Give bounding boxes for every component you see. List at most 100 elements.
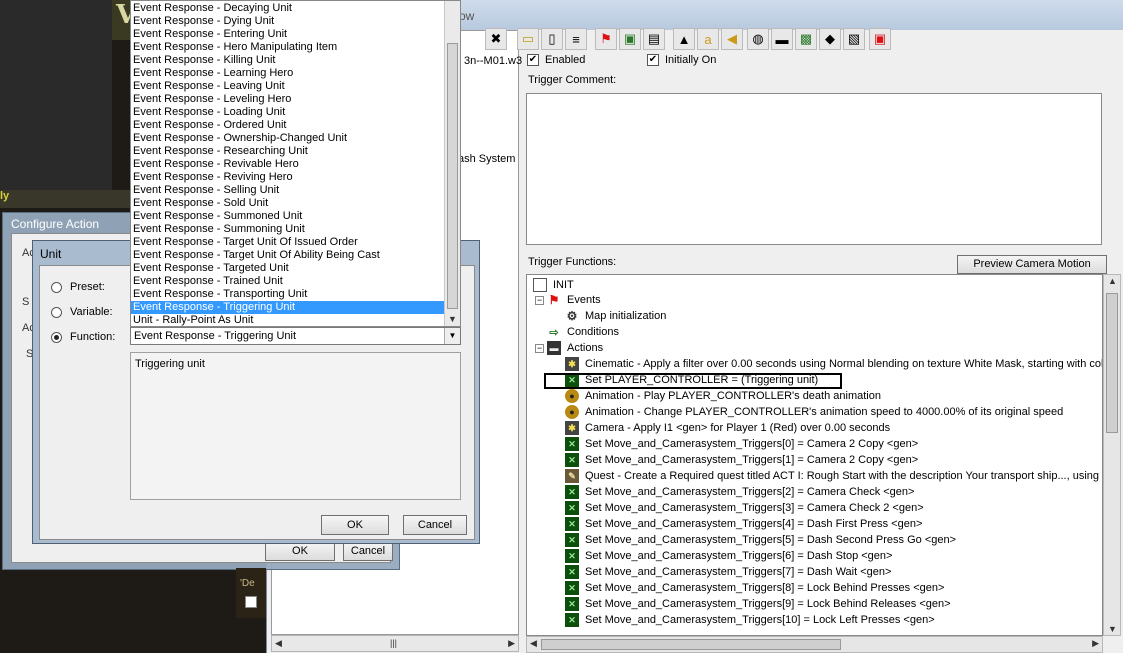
variable-radio[interactable]: Variable: xyxy=(51,306,113,318)
dropdown-item[interactable]: Event Response - Revivable Hero xyxy=(131,158,445,171)
scroll-down-arrow-icon[interactable]: ▼ xyxy=(448,314,457,324)
enabled-check-icon[interactable]: ✔ xyxy=(527,54,539,66)
new-category-icon[interactable]: ▭ xyxy=(517,28,539,50)
action-row[interactable]: ✕ Set Move_and_Camerasystem_Triggers[1] =… xyxy=(565,452,918,468)
action-row[interactable]: ✱ Cinematic - Apply a filter over 0.00 se… xyxy=(565,356,1102,372)
dropdown-item[interactable]: Event Response - Trained Unit xyxy=(131,275,445,288)
tree-events-node[interactable]: ⚑ Events xyxy=(547,292,601,308)
dropdown-item[interactable]: Event Response - Killing Unit xyxy=(131,54,445,67)
dropdown-vscroll-thumb[interactable] xyxy=(447,43,458,309)
new-trigger-icon[interactable]: ▯ xyxy=(541,28,563,50)
dropdown-item[interactable]: Event Response - Reviving Hero xyxy=(131,171,445,184)
dropdown-item[interactable]: Event Response - Summoning Unit xyxy=(131,223,445,236)
initially-on-checkbox[interactable]: ✔ Initially On xyxy=(647,54,716,66)
delete-icon[interactable]: ✖ xyxy=(485,28,507,50)
unit-ok-button[interactable]: OK xyxy=(321,515,389,535)
new-condition-icon[interactable]: ▣ xyxy=(619,28,641,50)
functions-hscroll[interactable]: ◀ ▶ xyxy=(526,636,1103,653)
functions-vscroll-thumb[interactable] xyxy=(1106,293,1118,433)
action-row[interactable]: ✕ Set Move_and_Camerasystem_Triggers[9] =… xyxy=(565,596,951,612)
action-row[interactable]: ✕ Set Move_and_Camerasystem_Triggers[4] =… xyxy=(565,516,922,532)
new-event-icon[interactable]: ⚑ xyxy=(595,28,617,50)
chevron-down-icon[interactable]: ▼ xyxy=(444,328,460,344)
scroll-left-arrow-icon[interactable]: ◀ xyxy=(530,638,537,649)
test-map-icon[interactable]: ▧ xyxy=(843,28,865,50)
scroll-right-arrow-icon[interactable]: ▶ xyxy=(1092,638,1099,649)
dropdown-item[interactable]: Event Response - Sold Unit xyxy=(131,197,445,210)
new-action-icon[interactable]: ▤ xyxy=(643,28,665,50)
tree-conditions-node[interactable]: ⇨ Conditions xyxy=(547,324,619,340)
functions-hscroll-thumb[interactable] xyxy=(541,639,841,650)
action-row[interactable]: ● Animation - Change PLAYER_CONTROLLER's … xyxy=(565,404,1063,420)
close-editor-icon[interactable]: ▣ xyxy=(869,28,891,50)
dropdown-item[interactable]: Event Response - Dying Unit xyxy=(131,15,445,28)
function-select[interactable]: Event Response - Triggering Unit ▼ xyxy=(130,327,461,345)
action-row[interactable]: ✕ Set Move_and_Camerasystem_Triggers[7] =… xyxy=(565,564,891,580)
trigger-comment-textarea[interactable] xyxy=(526,93,1102,245)
dropdown-item[interactable]: Event Response - Leaving Unit xyxy=(131,80,445,93)
import-manager-icon[interactable]: ◆ xyxy=(819,28,841,50)
configure-cancel-button[interactable]: Cancel xyxy=(343,541,393,561)
functions-vscroll[interactable]: ▲ ▼ xyxy=(1103,274,1121,636)
tree-root-init[interactable]: INIT xyxy=(533,277,574,293)
scroll-down-arrow-icon[interactable]: ▼ xyxy=(1108,624,1117,634)
dropdown-item[interactable]: Event Response - Targeted Unit xyxy=(131,262,445,275)
ai-editor-icon[interactable]: ▩ xyxy=(795,28,817,50)
dropdown-item[interactable]: Event Response - Learning Hero xyxy=(131,67,445,80)
scroll-left-arrow-icon[interactable]: ◀ xyxy=(275,638,282,649)
action-row[interactable]: ✎ Quest - Create a Required quest titled … xyxy=(565,468,1102,484)
tree-actions-node[interactable]: ▬ Actions xyxy=(547,340,603,356)
collapse-events-icon[interactable]: − xyxy=(535,296,544,305)
trigger-list-hscroll[interactable]: ◀ ||| ▶ xyxy=(271,635,519,652)
dropdown-item[interactable]: Event Response - Target Unit Of Issued O… xyxy=(131,236,445,249)
unit-palette-icon[interactable]: a xyxy=(697,28,719,50)
background-checkbox[interactable] xyxy=(245,596,257,608)
dropdown-item-selected[interactable]: Event Response - Triggering Unit xyxy=(131,301,445,314)
tree-event-map-init[interactable]: ⚙ Map initialization xyxy=(565,308,667,324)
dropdown-item[interactable]: Event Response - Target Unit Of Ability … xyxy=(131,249,445,262)
dropdown-item[interactable]: Event Response - Ownership-Changed Unit xyxy=(131,132,445,145)
collapse-actions-icon[interactable]: − xyxy=(535,344,544,353)
dropdown-item[interactable]: Event Response - Transporting Unit xyxy=(131,288,445,301)
trigger-functions-tree[interactable]: INIT − ⚑ Events ⚙ Map initialization ⇨ C… xyxy=(526,274,1103,636)
dropdown-item[interactable]: Event Response - Decaying Unit xyxy=(131,2,445,15)
preview-camera-motion-button[interactable]: Preview Camera Motion xyxy=(957,255,1107,274)
dropdown-item[interactable]: Event Response - Leveling Hero xyxy=(131,93,445,106)
action-row[interactable]: ✕ Set Move_and_Camerasystem_Triggers[10] … xyxy=(565,612,935,628)
action-row[interactable]: ✕ Set Move_and_Camerasystem_Triggers[3] =… xyxy=(565,500,924,516)
configure-ok-button[interactable]: OK xyxy=(265,541,335,561)
action-row[interactable]: ✕ Set Move_and_Camerasystem_Triggers[5] =… xyxy=(565,532,956,548)
action-row[interactable]: ✱ Camera - Apply I1 <gen> for Player 1 (R… xyxy=(565,420,890,436)
dropdown-item[interactable]: Event Response - Hero Manipulating Item xyxy=(131,41,445,54)
function-radio-icon[interactable] xyxy=(51,331,62,343)
action-row[interactable]: ✕ Set Move_and_Camerasystem_Triggers[6] =… xyxy=(565,548,892,564)
tree-category-dash-system[interactable]: ash System xyxy=(458,153,515,165)
terrain-editor-icon[interactable]: ▲ xyxy=(673,28,695,50)
dropdown-item[interactable]: Unit - Rally-Point As Unit xyxy=(131,314,445,326)
dropdown-item[interactable]: Event Response - Ordered Unit xyxy=(131,119,445,132)
campaign-editor-icon[interactable]: ▬ xyxy=(771,28,793,50)
dropdown-item[interactable]: Event Response - Summoned Unit xyxy=(131,210,445,223)
action-row[interactable]: ✕ Set Move_and_Camerasystem_Triggers[0] =… xyxy=(565,436,918,452)
variable-radio-icon[interactable] xyxy=(51,306,62,318)
dropdown-item[interactable]: Event Response - Entering Unit xyxy=(131,28,445,41)
scroll-right-arrow-icon[interactable]: ▶ xyxy=(508,638,515,649)
sound-editor-icon[interactable]: ◀ xyxy=(721,28,743,50)
dropdown-item[interactable]: Event Response - Researching Unit xyxy=(131,145,445,158)
dropdown-vscroll[interactable]: ▼ xyxy=(444,1,460,326)
tree-map-name[interactable]: 3n--M01.w3 xyxy=(464,55,522,67)
action-row[interactable]: ● Animation - Play PLAYER_CONTROLLER's de… xyxy=(565,388,881,404)
action-row[interactable]: ✕ Set Move_and_Camerasystem_Triggers[2] =… xyxy=(565,484,914,500)
preset-radio-icon[interactable] xyxy=(51,281,62,293)
new-comment-icon[interactable]: ≡ xyxy=(565,28,587,50)
scroll-up-arrow-icon[interactable]: ▲ xyxy=(1108,276,1117,286)
function-radio[interactable]: Function: xyxy=(51,331,115,343)
dropdown-item[interactable]: Event Response - Loading Unit xyxy=(131,106,445,119)
enabled-checkbox[interactable]: ✔ Enabled xyxy=(527,54,585,66)
preset-radio[interactable]: Preset: xyxy=(51,281,105,293)
object-editor-icon[interactable]: ◍ xyxy=(747,28,769,50)
unit-cancel-button[interactable]: Cancel xyxy=(403,515,467,535)
function-dropdown-list[interactable]: Event Response - Decaying Unit Event Res… xyxy=(130,0,461,327)
action-row[interactable]: ✕ Set Move_and_Camerasystem_Triggers[8] =… xyxy=(565,580,944,596)
dropdown-item[interactable]: Event Response - Selling Unit xyxy=(131,184,445,197)
